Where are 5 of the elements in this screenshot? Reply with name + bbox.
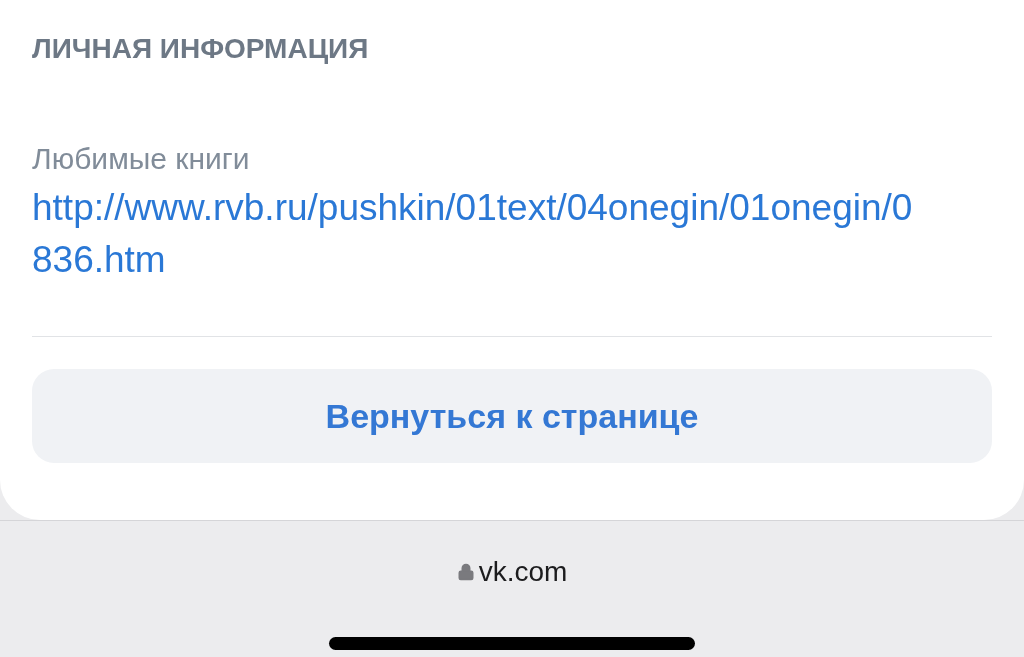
address-text[interactable]: vk.com (478, 555, 568, 589)
section-title: ЛИЧНАЯ ИНФОРМАЦИЯ (32, 32, 370, 66)
field-label: Любимые книги (32, 141, 251, 177)
book-link[interactable]: http://www.rvb.ru/pushkin/01text/04onegin/01onegin/0836.htm (32, 182, 932, 286)
back-to-page-button[interactable]: Вернуться к странице (32, 369, 992, 463)
